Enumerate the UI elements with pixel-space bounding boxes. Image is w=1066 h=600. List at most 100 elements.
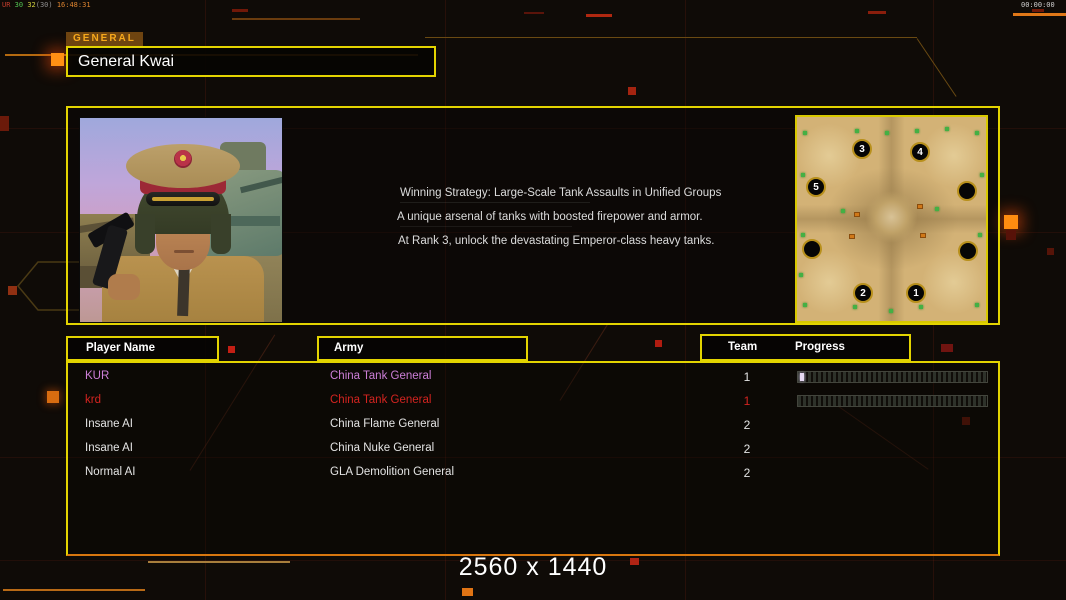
- deco-square: [941, 344, 953, 352]
- column-header-player-name: Player Name: [66, 336, 219, 361]
- deco-square: [655, 340, 662, 347]
- map-supply-dot: [801, 233, 805, 237]
- player-row: krd China Tank General 1: [68, 391, 998, 415]
- player-list-panel: KUR China Tank General 1 krd China Tank …: [66, 361, 1000, 556]
- progress-fill: [800, 373, 804, 381]
- deco-line: [1032, 9, 1044, 12]
- deco-square: [628, 87, 636, 95]
- overlay-frametime: 32: [27, 1, 36, 9]
- player-team: 2: [743, 466, 751, 480]
- player-name: KUR: [85, 370, 110, 382]
- deco-line: [586, 14, 612, 17]
- overlay-avg: (30): [35, 1, 53, 9]
- column-header-team-progress: Team Progress: [700, 334, 911, 361]
- deco-line: [232, 9, 248, 12]
- map-supply-dot: [803, 131, 807, 135]
- bio-line-1: Winning Strategy: Large-Scale Tank Assau…: [400, 187, 722, 199]
- helmet-flap-right: [211, 214, 231, 254]
- player-name: krd: [85, 394, 101, 406]
- map-start-position-5: 5: [806, 177, 826, 197]
- map-supply-dot: [889, 309, 893, 313]
- player-army: China Nuke General: [330, 442, 435, 454]
- map-tech-dot: [849, 234, 855, 239]
- player-team: 2: [743, 418, 751, 432]
- map-start-position-2: 2: [853, 283, 873, 303]
- deco-square: [462, 588, 473, 596]
- map-start-position-3: 3: [852, 139, 872, 159]
- player-army: China Flame General: [330, 418, 440, 430]
- map-supply-dot: [919, 305, 923, 309]
- map-tech-dot: [920, 233, 926, 238]
- deco-square: [1004, 215, 1018, 229]
- player-row: Insane AI China Nuke General 2: [68, 439, 998, 463]
- general-portrait: [79, 117, 283, 323]
- map-supply-dot: [980, 173, 984, 177]
- map-supply-dot: [915, 129, 919, 133]
- deco-square: [228, 346, 235, 353]
- deco-square: [0, 116, 9, 131]
- column-header-team: Team: [728, 341, 758, 353]
- map-tech-dot: [917, 204, 923, 209]
- general-tie: [177, 263, 190, 317]
- map-supply-dot: [801, 173, 805, 177]
- map-supply-dot: [799, 273, 803, 277]
- map-start-position-empty: [802, 239, 822, 259]
- player-team: 1: [743, 370, 751, 384]
- loading-progress-bar: [797, 395, 988, 407]
- map-preview: 3 4 5 2 1: [795, 115, 988, 323]
- performance-overlay: UR 30 32(30) 16:48:31: [2, 1, 91, 9]
- map-supply-dot: [975, 131, 979, 135]
- map-start-position-empty: [957, 181, 977, 201]
- overlay-app-label: UR: [2, 1, 11, 9]
- resolution-label: 2560 x 1440: [458, 553, 608, 581]
- map-supply-dot: [803, 303, 807, 307]
- deco-square: [1006, 230, 1016, 240]
- player-row: Normal AI GLA Demolition General 2: [68, 463, 998, 487]
- player-row: Insane AI China Flame General 2: [68, 415, 998, 439]
- deco-diagonal: [916, 38, 957, 97]
- cap-emblem: [174, 150, 192, 168]
- bio-line-2: A unique arsenal of tanks with boosted f…: [397, 211, 703, 223]
- map-tech-dot: [854, 212, 860, 217]
- map-supply-dot: [945, 127, 949, 131]
- player-name: Insane AI: [85, 418, 133, 430]
- player-army: China Tank General: [330, 394, 432, 406]
- player-team: 1: [743, 394, 751, 408]
- player-name: Normal AI: [85, 466, 136, 478]
- player-team: 2: [743, 442, 751, 456]
- deco-square: [1047, 248, 1054, 255]
- general-info-panel: Winning Strategy: Large-Scale Tank Assau…: [66, 106, 1000, 325]
- match-timer: 00:00:00: [1021, 1, 1055, 9]
- map-start-position-empty: [958, 241, 978, 261]
- map-supply-dot: [975, 303, 979, 307]
- column-header-army: Army: [317, 336, 528, 361]
- map-start-position-4: 4: [910, 142, 930, 162]
- general-mouth: [174, 250, 194, 253]
- general-bio: Winning Strategy: Large-Scale Tank Assau…: [397, 108, 730, 323]
- deco-line: [425, 37, 917, 38]
- deco-square: [51, 53, 64, 66]
- map-supply-dot: [853, 305, 857, 309]
- map-supply-dot: [935, 207, 939, 211]
- player-army: GLA Demolition General: [330, 466, 455, 478]
- deco-line: [868, 11, 886, 14]
- generals-loading-screen: { "hud": { "perf": { "app": "UR", "fps":…: [0, 0, 1066, 600]
- general-tab-label: GENERAL: [66, 32, 143, 46]
- deco-square: [47, 391, 59, 403]
- helmet-flap-left: [135, 214, 155, 254]
- loading-progress-bar: [797, 371, 988, 383]
- map-supply-dot: [841, 209, 845, 213]
- bio-line-3: At Rank 3, unlock the devastating Empero…: [398, 235, 715, 247]
- cap-gold-braid: [152, 197, 214, 201]
- general-name-box: General Kwai: [66, 46, 436, 77]
- player-row: KUR China Tank General 1: [68, 367, 998, 391]
- map-start-position-1: 1: [906, 283, 926, 303]
- map-supply-dot: [978, 233, 982, 237]
- deco-line: [3, 589, 145, 591]
- player-name: Insane AI: [85, 442, 133, 454]
- player-army: China Tank General: [330, 370, 432, 382]
- deco-line: [1013, 13, 1066, 16]
- map-supply-dot: [885, 131, 889, 135]
- overlay-clock: 16:48:31: [56, 1, 91, 9]
- overlay-fps: 30: [14, 1, 24, 9]
